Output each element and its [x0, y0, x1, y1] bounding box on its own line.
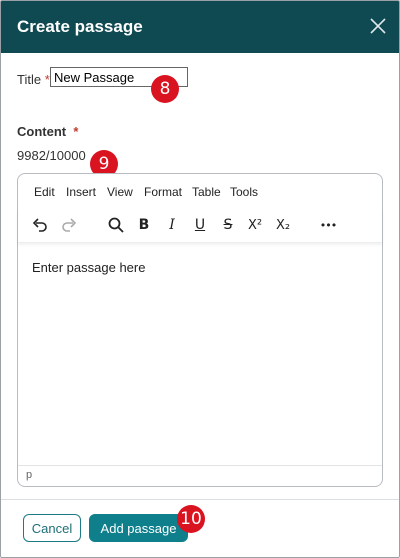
content-label: Content *	[17, 124, 78, 139]
required-marker: *	[44, 72, 50, 87]
editor-toolbar: B I U S X² X₂ •••	[18, 208, 382, 243]
editor-statusbar: p	[18, 465, 382, 486]
close-icon[interactable]	[367, 15, 389, 37]
bold-button[interactable]: B	[134, 215, 154, 235]
underline-button[interactable]: U	[190, 215, 210, 235]
dialog-header: Create passage	[1, 1, 399, 53]
editor-content[interactable]: Enter passage here	[32, 260, 145, 275]
character-counter: 9982/10000	[17, 148, 86, 163]
create-passage-dialog: Create passage Title * 8 Content * 9982/…	[0, 0, 400, 558]
menu-table[interactable]: Table	[192, 185, 221, 199]
annotation-badge-10: 10	[177, 505, 205, 533]
add-passage-button[interactable]: Add passage	[89, 514, 188, 542]
cancel-button[interactable]: Cancel	[23, 514, 81, 542]
title-label: Title *	[17, 72, 50, 87]
dialog-footer: Cancel Add passage 10	[1, 499, 399, 557]
menu-tools[interactable]: Tools	[230, 185, 258, 199]
required-marker: *	[73, 124, 79, 139]
search-icon[interactable]	[106, 215, 126, 235]
menu-format[interactable]: Format	[144, 185, 182, 199]
redo-icon[interactable]	[59, 215, 79, 235]
menu-insert[interactable]: Insert	[66, 185, 96, 199]
more-options-button[interactable]: •••	[318, 215, 338, 235]
element-path: p	[26, 469, 33, 481]
subscript-button[interactable]: X₂	[273, 215, 293, 235]
title-label-text: Title	[17, 72, 42, 87]
rich-text-editor: Edit Insert View Format Table Tools B I …	[17, 173, 383, 487]
dialog-title: Create passage	[17, 17, 143, 36]
menu-edit[interactable]: Edit	[34, 185, 55, 199]
content-label-text: Content	[17, 124, 67, 139]
menu-view[interactable]: View	[107, 185, 133, 199]
strikethrough-button[interactable]: S	[218, 215, 238, 235]
undo-icon[interactable]	[30, 215, 50, 235]
italic-button[interactable]: I	[162, 215, 182, 235]
superscript-button[interactable]: X²	[245, 215, 265, 235]
annotation-badge-8: 8	[151, 75, 179, 103]
editor-menubar: Edit Insert View Format Table Tools	[18, 182, 382, 204]
